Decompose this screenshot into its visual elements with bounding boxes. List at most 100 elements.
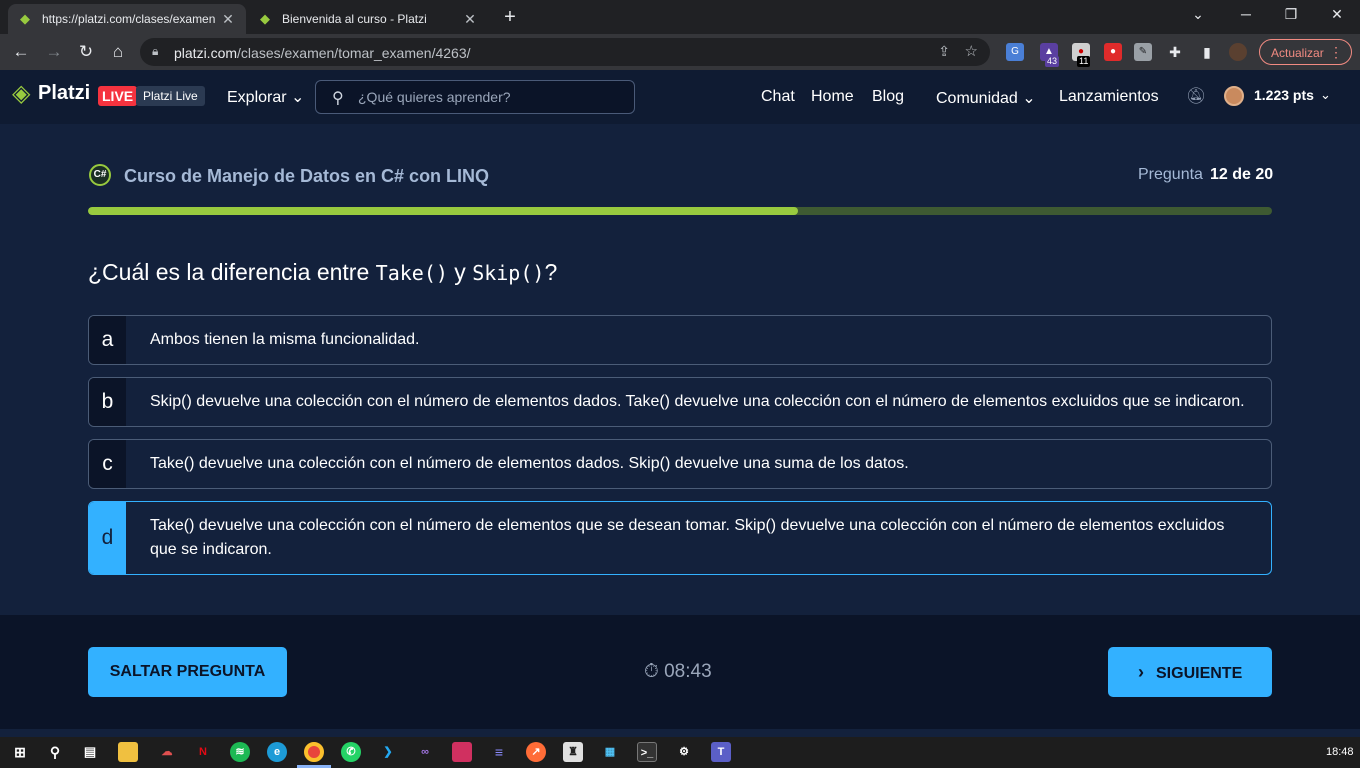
question-count: 12 de 20 — [1210, 166, 1274, 183]
chevron-down-icon[interactable]: ⌄ — [1320, 87, 1331, 103]
platzi-favicon-icon: ◆ — [260, 11, 270, 26]
lock-icon[interactable]: 🔒︎ — [152, 44, 158, 59]
chevron-down-icon: ⌄ — [1022, 90, 1036, 107]
record-extension-icon[interactable]: ● — [1104, 43, 1122, 61]
translate-extension-icon[interactable]: G — [1006, 43, 1024, 61]
platzi-logo[interactable]: ◈ Platzi — [12, 81, 91, 105]
nav-chat[interactable]: Chat — [761, 88, 795, 106]
exam-timer: ⏱ 08:43 — [644, 661, 712, 682]
edit-extension-icon[interactable]: ✎ — [1134, 43, 1152, 61]
nav-comunidad[interactable]: Comunidad ⌄ — [936, 88, 1036, 108]
back-icon[interactable]: ← — [10, 41, 32, 63]
question-text: ¿Cuál es la diferencia entre Take() y Sk… — [88, 259, 558, 285]
skip-question-button[interactable]: SALTAR PREGUNTA — [88, 647, 287, 697]
search-icon[interactable]: ⚲ — [45, 742, 65, 762]
user-points[interactable]: 1.223 pts — [1254, 87, 1314, 103]
page-bottom-strip — [0, 729, 1360, 737]
spotify-icon[interactable]: ≋ — [230, 742, 250, 762]
explore-menu[interactable]: Explorar ⌄ — [227, 87, 304, 107]
share-icon[interactable]: ⇪ — [938, 43, 950, 60]
nav-lanzamientos[interactable]: Lanzamientos — [1059, 88, 1159, 106]
close-tab-icon[interactable]: ✕ — [462, 11, 478, 28]
vscode-icon[interactable]: ❯ — [378, 742, 398, 762]
extensions-puzzle-icon[interactable]: ✚ — [1166, 43, 1184, 61]
next-question-button[interactable]: › SIGUIENTE — [1108, 647, 1272, 697]
course-title: Curso de Manejo de Datos en C# con LINQ — [124, 166, 490, 186]
nav-home[interactable]: Home — [811, 88, 854, 106]
option-letter: a — [89, 316, 126, 364]
app-icon[interactable]: ≡ — [489, 742, 509, 762]
site-header: ◈ Platzi LIVE Platzi Live Explorar ⌄ ⚲ C… — [0, 70, 1360, 124]
vpn-app-icon[interactable]: ⚙ — [674, 742, 694, 762]
option-text: Ambos tienen la misma funcionalidad. — [150, 331, 420, 348]
answer-option-c[interactable]: c Take() devuelve una colección con el n… — [88, 439, 1272, 489]
answer-option-b[interactable]: b Skip() devuelve una colección con el n… — [88, 377, 1272, 427]
tab-search-icon[interactable]: ⌄ — [1188, 6, 1208, 23]
notes-app-icon[interactable]: ♜ — [563, 742, 583, 762]
windows-start-icon[interactable]: ⊞ — [10, 742, 30, 762]
tab-course[interactable]: ◆ Bienvenida al curso - Platzi ✕ — [248, 4, 488, 34]
answer-option-a[interactable]: a Ambos tienen la misma funcionalidad. — [88, 315, 1272, 365]
code-skip: Skip() — [472, 261, 545, 285]
visual-studio-icon[interactable]: ∞ — [415, 742, 435, 762]
chevron-down-icon: ⌄ — [291, 89, 305, 106]
edge-icon[interactable]: e — [267, 742, 287, 762]
minimize-icon[interactable]: ─ — [1236, 6, 1256, 22]
tab-title: Bienvenida al curso - Platzi — [282, 12, 427, 26]
platzi-live-link[interactable]: Platzi Live — [136, 86, 205, 106]
nav-blog[interactable]: Blog — [872, 88, 904, 106]
calculator-icon[interactable]: ▦ — [600, 742, 620, 762]
whatsapp-icon[interactable]: ✆ — [341, 742, 361, 762]
update-button[interactable]: Actualizar ⋮ — [1259, 39, 1352, 65]
search-icon: ⚲ — [332, 90, 344, 107]
platzi-favicon-icon: ◆ — [20, 11, 30, 26]
url-text: platzi.com/clases/examen/tomar_examen/42… — [174, 45, 471, 61]
jetbrains-icon[interactable] — [452, 742, 472, 762]
terminal-icon[interactable]: >_ — [637, 742, 657, 762]
course-badge-icon: C# — [89, 164, 111, 186]
tab-exam[interactable]: ◆ https://platzi.com/clases/examen ✕ — [8, 4, 246, 34]
address-bar[interactable]: 🔒︎ platzi.com/clases/examen/tomar_examen… — [140, 38, 990, 66]
task-view-icon[interactable]: ▤ — [80, 742, 100, 762]
user-avatar[interactable] — [1224, 86, 1244, 106]
chrome-icon[interactable] — [304, 742, 324, 762]
option-letter: d — [89, 502, 126, 574]
browser-tab-bar: ◆ https://platzi.com/clases/examen ✕ ◆ B… — [0, 0, 1360, 34]
home-icon[interactable]: ⌂ — [107, 41, 129, 63]
question-label: Pregunta — [1138, 166, 1203, 183]
weather-app-icon[interactable]: ☁ — [157, 742, 177, 762]
answer-option-d[interactable]: d Take() devuelve una colección con el n… — [88, 501, 1272, 575]
netflix-icon[interactable]: N — [193, 742, 213, 762]
extension-badge: 43 — [1045, 56, 1060, 67]
new-tab-icon[interactable]: + — [500, 6, 520, 29]
search-box[interactable]: ⚲ — [315, 80, 635, 114]
taskbar-clock[interactable]: 18:48 — [1326, 746, 1354, 758]
bookmark-star-icon[interactable]: ☆ — [965, 42, 978, 60]
stopwatch-icon: ⏱ — [644, 661, 659, 682]
browser-toolbar: ← → ↻ ⌂ 🔒︎ platzi.com/clases/examen/toma… — [0, 34, 1360, 70]
maximize-icon[interactable]: ❐ — [1281, 6, 1301, 23]
search-input[interactable] — [358, 87, 618, 107]
forward-icon[interactable]: → — [43, 41, 65, 63]
logo-text: Platzi — [38, 82, 91, 104]
option-text: Take() devuelve una colección con el núm… — [150, 455, 909, 472]
menu-dots-icon[interactable]: ⋮ — [1329, 44, 1343, 61]
close-tab-icon[interactable]: ✕ — [220, 11, 236, 28]
exam-footer: SALTAR PREGUNTA ⏱ 08:43 › SIGUIENTE — [0, 615, 1360, 729]
option-text: Take() devuelve una colección con el núm… — [150, 517, 1225, 558]
file-explorer-icon[interactable] — [118, 742, 138, 762]
postman-icon[interactable]: ↗ — [526, 742, 546, 762]
reload-icon[interactable]: ↻ — [75, 41, 97, 63]
option-letter: c — [89, 440, 126, 488]
live-badge[interactable]: LIVE — [98, 86, 138, 106]
close-window-icon[interactable]: ✕ — [1327, 6, 1347, 23]
progress-fill — [88, 207, 799, 215]
option-letter: b — [89, 378, 126, 426]
chevron-right-icon: › — [1138, 662, 1144, 682]
profile-avatar[interactable] — [1229, 43, 1247, 61]
notifications-off-icon[interactable]: 🔕︎ — [1186, 86, 1206, 106]
code-take: Take() — [375, 261, 448, 285]
tab-title: https://platzi.com/clases/examen — [42, 12, 216, 26]
teams-icon[interactable]: T — [711, 742, 731, 762]
side-panel-icon[interactable]: ▮ — [1198, 43, 1216, 61]
